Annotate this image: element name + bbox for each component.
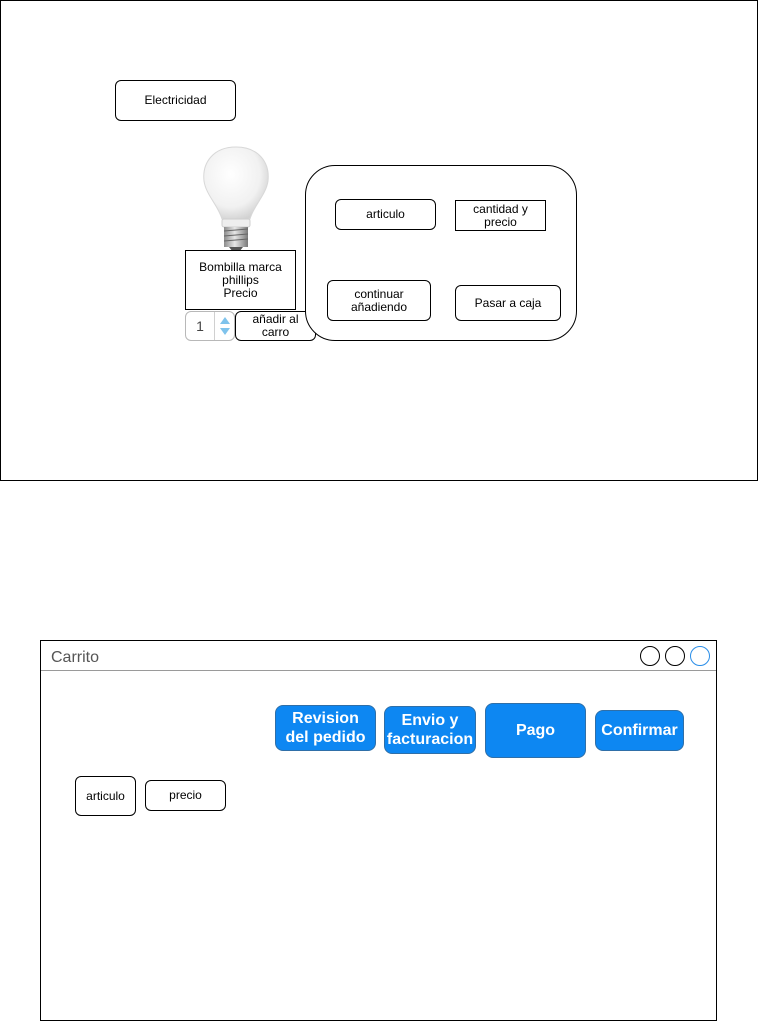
minimize-circle-icon[interactable] [640,646,660,666]
step-confirm-label: Confirmar [601,722,678,739]
popup-item-label: articulo [366,207,405,221]
decrement-arrow-icon[interactable] [220,328,230,335]
add-to-cart-button[interactable]: añadir al carro [235,311,316,341]
cart-window [40,640,717,1021]
cart-item-column: articulo [75,776,136,816]
continue-adding-label: continuar añadiendo [350,286,408,314]
step-order-review-label: Revision del pedido [285,710,366,746]
popup-qty-price-label: cantidad y precio [473,201,528,229]
cart-price-label: precio [169,788,202,802]
popup-qty-price-box: cantidad y precio [455,200,546,231]
quantity-stepper[interactable]: 1 [185,311,235,341]
product-info-box: Bombilla marca phillips Precio [185,250,296,310]
step-order-review-button[interactable]: Revision del pedido [275,705,376,751]
cart-window-titlebar [41,641,716,671]
category-electricidad-button[interactable]: Electricidad [115,80,236,121]
increment-arrow-icon[interactable] [220,317,230,324]
step-payment-label: Pago [515,722,556,739]
category-label: Electricidad [144,93,207,107]
cart-item-label: articulo [86,788,125,803]
popup-item-button[interactable]: articulo [335,199,436,230]
step-payment-button[interactable]: Pago [485,703,586,758]
checkout-button[interactable]: Pasar a caja [455,285,561,321]
quantity-value[interactable]: 1 [186,312,214,340]
checkout-label: Pasar a caja [474,295,542,310]
step-shipping-billing-button[interactable]: Envio y facturacion [384,706,476,754]
close-circle-icon[interactable] [690,646,710,666]
step-confirm-button[interactable]: Confirmar [595,710,684,751]
maximize-circle-icon[interactable] [665,646,685,666]
cart-window-title: Carrito [51,649,100,666]
product-price: Precio [223,285,258,300]
light-bulb-image [198,143,274,253]
light-bulb-icon [203,146,269,252]
continue-adding-button[interactable]: continuar añadiendo [327,280,431,321]
add-to-cart-label: añadir al carro [252,312,299,339]
product-name-line2: phillips [222,272,259,287]
cart-price-column: precio [145,780,226,811]
product-name-line1: Bombilla marca [199,259,282,274]
step-shipping-billing-label: Envio y facturacion [386,712,474,748]
